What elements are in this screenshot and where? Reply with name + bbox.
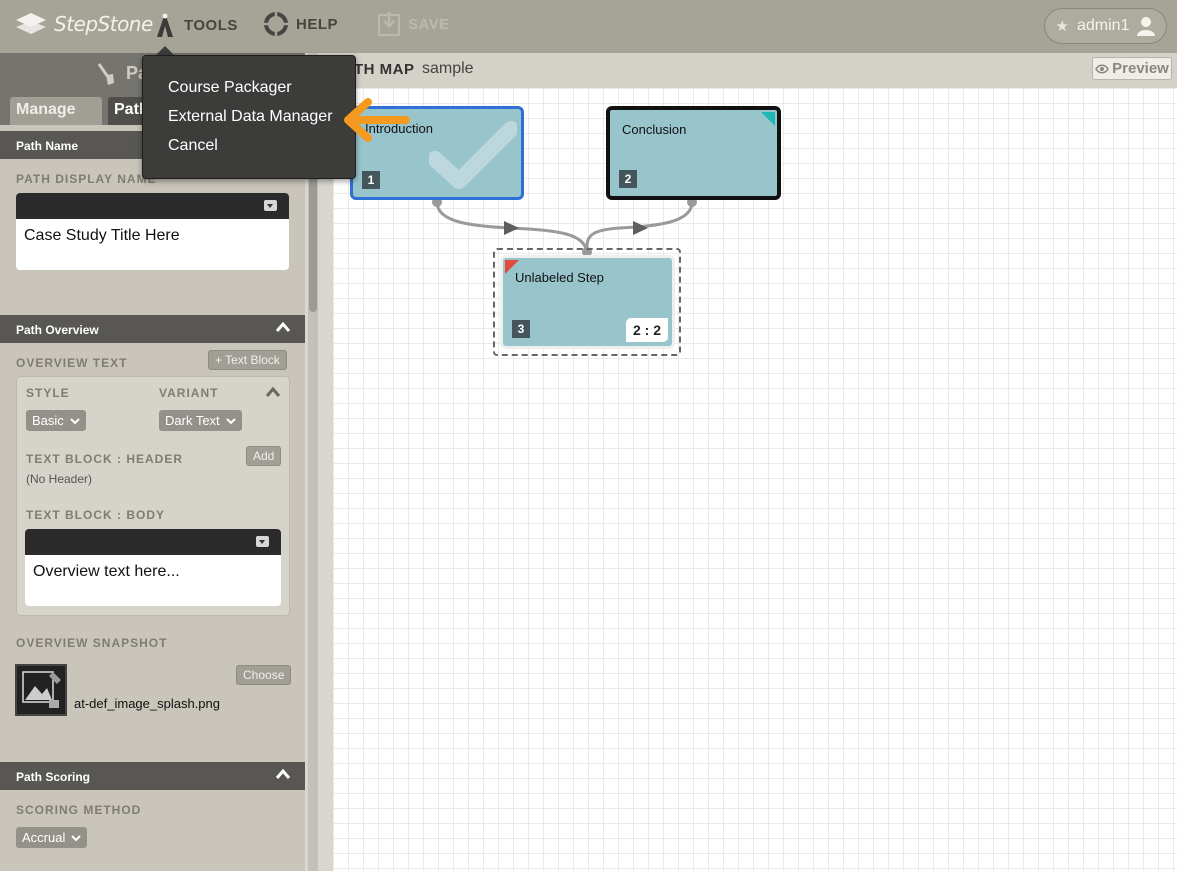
node-number: 3	[512, 320, 530, 338]
orange-arrow-icon	[344, 98, 410, 142]
path-node-unlabeled-step[interactable]: Unlabeled Step 3 2 : 2	[500, 255, 675, 349]
menu-item-external-data-manager[interactable]: External Data Manager	[168, 108, 333, 126]
node-score: 2 : 2	[626, 318, 668, 342]
node-label: Unlabeled Step	[515, 270, 604, 285]
node-number: 2	[619, 170, 637, 188]
menu-item-cancel[interactable]: Cancel	[168, 137, 218, 155]
node-label: Conclusion	[622, 122, 687, 137]
path-node-conclusion[interactable]: Conclusion 2	[606, 106, 781, 200]
checkmark-icon	[429, 121, 517, 189]
node-number: 1	[362, 171, 380, 189]
tools-dropdown-menu: Course Packager External Data Manager Ca…	[142, 55, 356, 179]
end-flag-icon	[761, 112, 775, 126]
menu-item-course-packager[interactable]: Course Packager	[168, 79, 292, 97]
